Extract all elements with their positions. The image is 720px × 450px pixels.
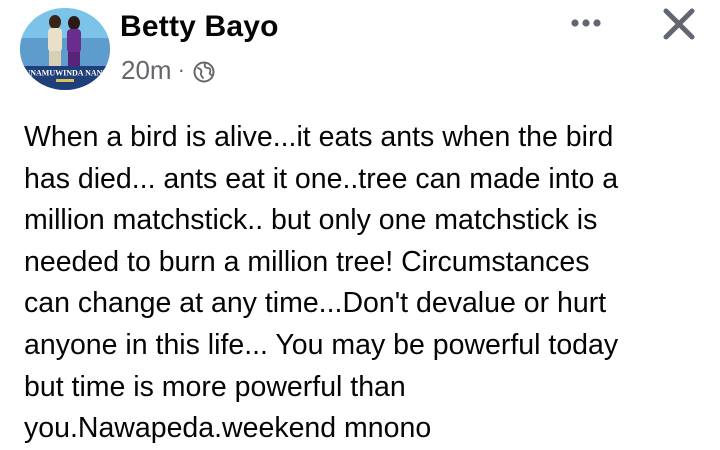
post-card: UNAMUWINDA NANI Betty Bayo 20m · When a …	[0, 0, 720, 448]
post-timestamp[interactable]: 20m	[121, 55, 172, 85]
author-avatar[interactable]: UNAMUWINDA NANI	[20, 8, 110, 90]
meta-separator: ·	[177, 57, 185, 82]
author-name[interactable]: Betty Bayo	[120, 9, 279, 45]
post-meta: 20m ·	[121, 55, 215, 85]
more-options-button[interactable]	[564, 8, 608, 38]
post-body-text: When a bird is alive...it eats ants when…	[24, 121, 619, 445]
more-options-icon	[571, 19, 601, 27]
close-button[interactable]	[656, 4, 702, 46]
avatar-image: UNAMUWINDA NANI	[20, 8, 110, 90]
globe-icon[interactable]	[193, 59, 215, 83]
close-icon	[663, 8, 695, 40]
avatar-caption: UNAMUWINDA NANI	[24, 69, 105, 78]
